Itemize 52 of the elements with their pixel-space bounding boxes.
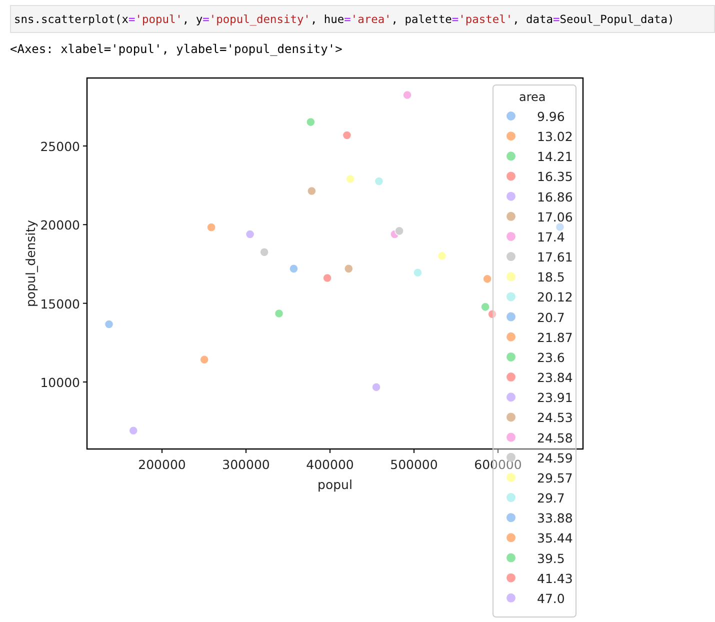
y-tick-label: 25000 [40, 138, 80, 154]
tick-mark [82, 145, 88, 146]
y-tick-label: 10000 [40, 374, 80, 390]
code-cell[interactable]: sns.scatterplot(x='popul', y='popul_density', hue='area', palette='pastel', data=Seoul_Popul_data) [10, 5, 715, 33]
legend-label: 24.53 [537, 410, 573, 426]
legend-label: 23.6 [537, 350, 565, 365]
data-point [342, 130, 352, 140]
legend-label: 20.7 [537, 310, 565, 325]
legend-label: 41.43 [537, 570, 573, 586]
output-text: <Axes: xlabel='popul', ylabel='popul_density'> [10, 41, 344, 57]
legend-title: area [519, 90, 546, 104]
y-axis-title: popul_density [23, 220, 38, 307]
x-tick-label: 200000 [138, 457, 186, 472]
code-line: sns.scatterplot(x='popul', y='popul_density', hue='area', palette='pastel', data=Seoul_Popul_data) [14, 12, 674, 26]
legend-label: 17.06 [537, 209, 573, 224]
tick-mark [82, 302, 88, 304]
legend-label: 20.12 [537, 290, 573, 305]
legend-label: 47.0 [537, 590, 565, 606]
legend-label: 39.5 [537, 550, 565, 566]
legend-label: 33.88 [537, 510, 573, 526]
legend-label: 16.86 [537, 189, 573, 204]
legend-label: 13.02 [537, 129, 573, 144]
data-point [488, 309, 497, 319]
x-tick-label: 600000 [474, 457, 522, 472]
legend-label: 24.58 [537, 430, 573, 446]
legend-label: 17.61 [537, 250, 573, 265]
x-axis-title: popul [318, 477, 352, 492]
data-point [374, 176, 384, 186]
x-tick-label: 300000 [222, 457, 270, 472]
data-point [402, 90, 412, 100]
legend-label: 17.4 [537, 229, 565, 244]
tick-mark [82, 224, 88, 226]
x-tick-label: 500000 [390, 457, 438, 472]
legend-label: 35.44 [537, 530, 573, 546]
data-point [289, 264, 298, 274]
data-point [245, 230, 255, 239]
legend-label: 21.87 [537, 330, 573, 345]
legend-label: 29.57 [537, 470, 573, 486]
legend-label: 24.59 [537, 450, 573, 466]
legend-label: 14.21 [537, 149, 573, 164]
data-point [104, 320, 114, 329]
legend-label: 16.35 [537, 169, 573, 184]
y-tick-label: 20000 [40, 218, 80, 233]
x-tick-label: 400000 [306, 457, 354, 472]
legend-label: 23.91 [537, 390, 573, 406]
y-tick-label: 15000 [40, 296, 80, 312]
tick-mark [82, 381, 88, 382]
legend-label: 9.96 [537, 109, 565, 124]
legend-label: 29.7 [537, 490, 565, 506]
legend-label: 23.84 [537, 370, 573, 386]
data-point [372, 382, 381, 392]
legend-label: 18.5 [537, 270, 565, 285]
